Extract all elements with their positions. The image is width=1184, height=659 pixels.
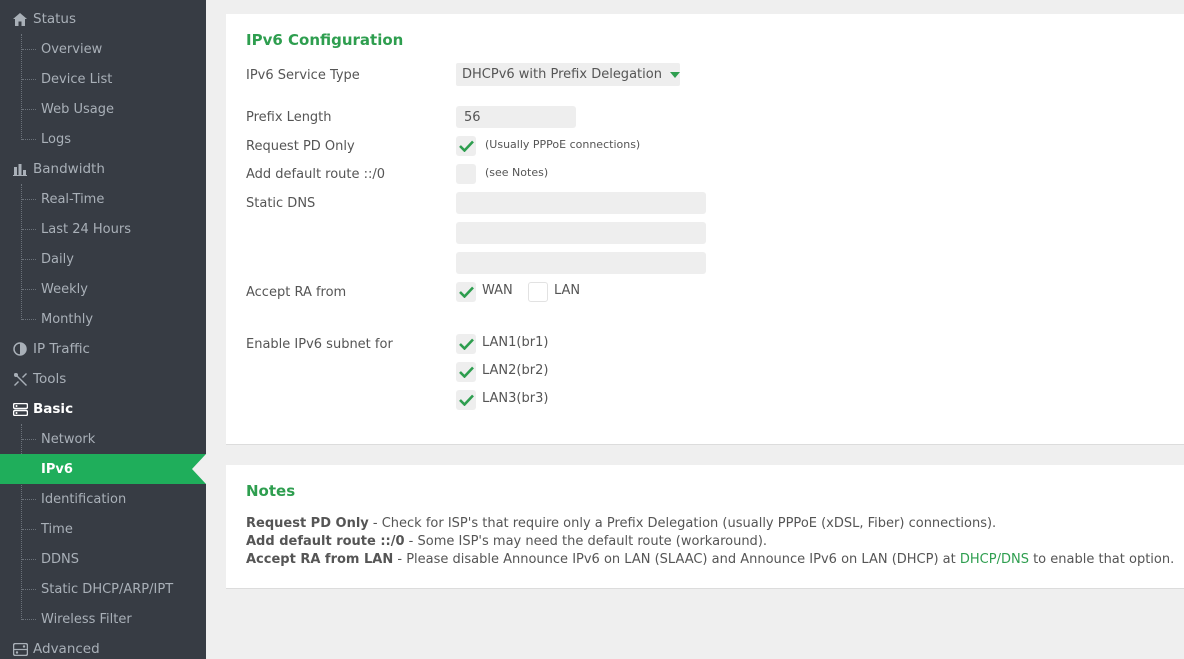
- subnet-lan2-checkbox[interactable]: [456, 362, 476, 382]
- sidebar-item-weekly[interactable]: Weekly: [0, 274, 206, 304]
- notes-panel: Notes Request PD Only - Check for ISP's …: [226, 465, 1184, 589]
- subnet-lan2-label: LAN2(br2): [482, 363, 549, 378]
- default-route-label: Add default route ::/0: [246, 167, 386, 182]
- checkmark-icon: [458, 338, 474, 350]
- accept-ra-lan-checkbox[interactable]: [528, 282, 548, 302]
- sidebar-category-status[interactable]: Status: [0, 4, 206, 34]
- default-route-hint: (see Notes): [485, 166, 549, 179]
- pie-icon: [12, 341, 28, 357]
- sidebar-category-label: Bandwidth: [33, 161, 105, 177]
- accept-ra-label: Accept RA from: [246, 285, 347, 300]
- sidebar-category-label: IP Traffic: [33, 341, 90, 357]
- panel-title: IPv6 Configuration: [246, 31, 404, 49]
- sidebar-category-ip-traffic[interactable]: IP Traffic: [0, 334, 206, 364]
- static-dns-input-1[interactable]: [456, 192, 706, 214]
- advanced-icon: [12, 641, 28, 657]
- accept-ra-wan-checkbox[interactable]: [456, 282, 476, 302]
- sidebar-item-daily[interactable]: Daily: [0, 244, 206, 274]
- sidebar-item-last-24-hours[interactable]: Last 24 Hours: [0, 214, 206, 244]
- sidebar-category-label: Status: [33, 11, 77, 27]
- sidebar-item-static-dhcp[interactable]: Static DHCP/ARP/IPT: [0, 574, 206, 604]
- caret-down-icon: [669, 71, 680, 78]
- sidebar-item-device-list[interactable]: Device List: [0, 64, 206, 94]
- note-text: - Check for ISP's that require only a Pr…: [368, 516, 997, 531]
- sidebar-item-logs[interactable]: Logs: [0, 124, 206, 154]
- accept-ra-wan-label: WAN: [482, 283, 513, 298]
- sidebar-item-monthly[interactable]: Monthly: [0, 304, 206, 334]
- server-icon: [12, 401, 28, 417]
- dhcp-dns-link[interactable]: DHCP/DNS: [960, 552, 1029, 567]
- static-dns-label: Static DNS: [246, 196, 316, 211]
- sidebar-category-bandwidth[interactable]: Bandwidth: [0, 154, 206, 184]
- sidebar-item-real-time[interactable]: Real-Time: [0, 184, 206, 214]
- home-icon: [12, 11, 28, 27]
- note-term: Accept RA from LAN: [246, 552, 394, 567]
- note-text: to enable that option.: [1028, 552, 1175, 567]
- sidebar-item-ddns[interactable]: DDNS: [0, 544, 206, 574]
- tools-icon: [12, 371, 28, 387]
- sidebar-item-wireless-filter[interactable]: Wireless Filter: [0, 604, 206, 634]
- request-pd-hint: (Usually PPPoE connections): [485, 138, 641, 151]
- sidebar-category-advanced[interactable]: Advanced: [0, 634, 206, 659]
- service-type-label: IPv6 Service Type: [246, 68, 360, 83]
- sidebar-category-label: Tools: [33, 371, 67, 387]
- checkmark-icon: [458, 140, 474, 152]
- note-text: - Please disable Announce IPv6 on LAN (S…: [393, 552, 960, 567]
- notes-title: Notes: [246, 482, 296, 500]
- note-term: Add default route ::/0: [246, 534, 405, 549]
- sidebar-category-label: Advanced: [33, 641, 100, 657]
- prefix-length-label: Prefix Length: [246, 110, 332, 125]
- sidebar-item-web-usage[interactable]: Web Usage: [0, 94, 206, 124]
- sidebar-category-basic[interactable]: Basic: [0, 394, 206, 424]
- checkmark-icon: [458, 286, 474, 298]
- default-route-checkbox[interactable]: [456, 164, 476, 184]
- sidebar-item-time[interactable]: Time: [0, 514, 206, 544]
- subnet-lan3-checkbox[interactable]: [456, 390, 476, 410]
- sidebar-item-network[interactable]: Network: [0, 424, 206, 454]
- bar-chart-icon: [12, 161, 28, 177]
- checkmark-icon: [458, 366, 474, 378]
- note-text: - Some ISP's may need the default route …: [404, 534, 768, 549]
- request-pd-checkbox[interactable]: [456, 136, 476, 156]
- subnet-label: Enable IPv6 subnet for: [246, 337, 393, 352]
- note-accept-ra: Accept RA from LAN - Please disable Anno…: [246, 552, 1174, 567]
- note-term: Request PD Only: [246, 516, 369, 531]
- static-dns-input-2[interactable]: [456, 222, 706, 244]
- prefix-length-input[interactable]: 56: [456, 106, 576, 128]
- sidebar-item-ipv6[interactable]: IPv6: [0, 454, 206, 484]
- service-type-value: DHCPv6 with Prefix Delegation: [462, 67, 662, 82]
- sidebar-category-tools[interactable]: Tools: [0, 364, 206, 394]
- sidebar-category-label: Basic: [33, 401, 74, 417]
- checkmark-icon: [458, 394, 474, 406]
- subnet-lan1-label: LAN1(br1): [482, 335, 549, 350]
- accept-ra-lan-label: LAN: [554, 283, 581, 298]
- static-dns-input-3[interactable]: [456, 252, 706, 274]
- sidebar: Status Overview Device List Web Usage Lo…: [0, 0, 206, 659]
- subnet-lan1-checkbox[interactable]: [456, 334, 476, 354]
- subnet-lan3-label: LAN3(br3): [482, 391, 549, 406]
- sidebar-item-identification[interactable]: Identification: [0, 484, 206, 514]
- note-default-route: Add default route ::/0 - Some ISP's may …: [246, 534, 767, 549]
- ipv6-config-panel: IPv6 Configuration IPv6 Service Type DHC…: [226, 14, 1184, 445]
- service-type-select[interactable]: DHCPv6 with Prefix Delegation: [456, 63, 680, 86]
- note-request-pd: Request PD Only - Check for ISP's that r…: [246, 516, 996, 531]
- prefix-length-value: 56: [464, 109, 481, 125]
- sidebar-item-overview[interactable]: Overview: [0, 34, 206, 64]
- request-pd-label: Request PD Only: [246, 139, 355, 154]
